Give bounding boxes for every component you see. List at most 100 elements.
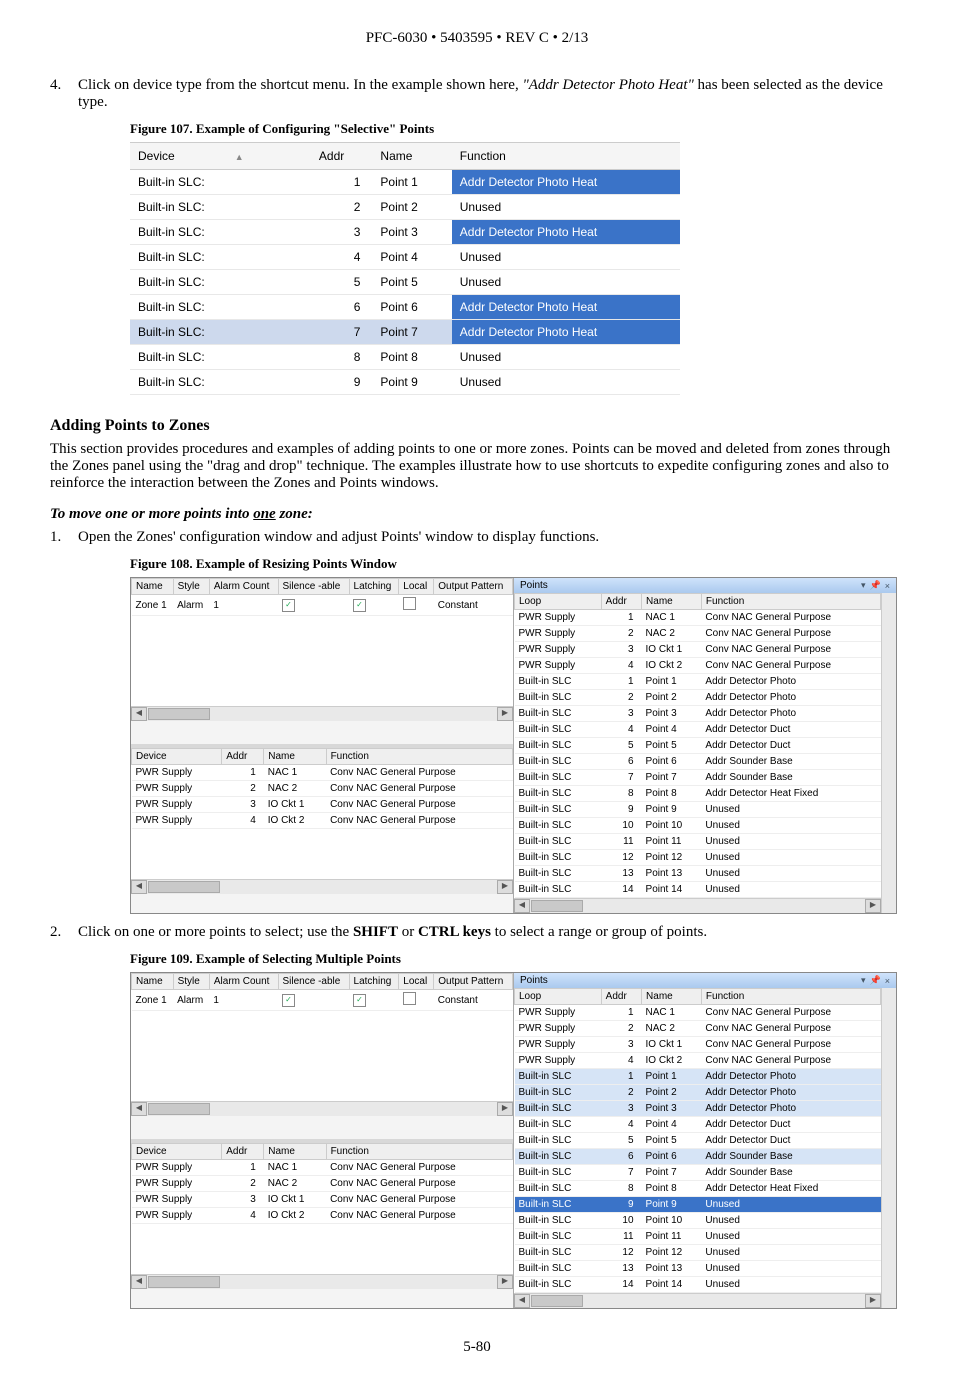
fig107-row[interactable]: Built-in SLC:1Point 1Addr Detector Photo… <box>130 170 680 195</box>
scroll-thumb[interactable] <box>148 1276 220 1288</box>
scroll-left-icon[interactable]: ◀ <box>131 1275 147 1289</box>
points-table[interactable]: LoopAddrNameFunctionPWR Supply1NAC 1Conv… <box>514 988 881 1293</box>
points-row[interactable]: Built-in SLC3Point 3Addr Detector Photo <box>515 1101 881 1117</box>
points-row[interactable]: Built-in SLC9Point 9Unused <box>515 802 881 818</box>
device-col[interactable]: Device <box>132 748 222 764</box>
points-row[interactable]: Built-in SLC5Point 5Addr Detector Duct <box>515 738 881 754</box>
points-row[interactable]: Built-in SLC1Point 1Addr Detector Photo <box>515 674 881 690</box>
zones-col[interactable]: Local <box>399 579 434 595</box>
scroll-right-icon[interactable]: ▶ <box>865 899 881 913</box>
device-row[interactable]: PWR Supply3IO Ckt 1Conv NAC General Purp… <box>132 796 513 812</box>
points-col[interactable]: Loop <box>515 989 602 1005</box>
fig107-row[interactable]: Built-in SLC:5Point 5Unused <box>130 270 680 295</box>
points-row[interactable]: Built-in SLC13Point 13Unused <box>515 866 881 882</box>
scroll-left-icon[interactable]: ◀ <box>514 1294 530 1308</box>
close-icon[interactable]: × <box>885 976 890 986</box>
points-row[interactable]: Built-in SLC4Point 4Addr Detector Duct <box>515 1117 881 1133</box>
device-table[interactable]: DeviceAddrNameFunctionPWR Supply1NAC 1Co… <box>131 1143 513 1224</box>
points-col[interactable]: Addr <box>601 989 641 1005</box>
points-col[interactable]: Function <box>701 989 880 1005</box>
points-row[interactable]: Built-in SLC12Point 12Unused <box>515 850 881 866</box>
points-row[interactable]: Built-in SLC14Point 14Unused <box>515 882 881 898</box>
fig107-row[interactable]: Built-in SLC:7Point 7Addr Detector Photo… <box>130 320 680 345</box>
zones-col[interactable]: Output Pattern <box>434 579 513 595</box>
points-row[interactable]: Built-in SLC8Point 8Addr Detector Heat F… <box>515 786 881 802</box>
points-col[interactable]: Addr <box>601 594 641 610</box>
device-col[interactable]: Addr <box>222 748 264 764</box>
zones-col[interactable]: Local <box>399 974 434 990</box>
points-row[interactable]: Built-in SLC3Point 3Addr Detector Photo <box>515 706 881 722</box>
scroll-right-icon[interactable]: ▶ <box>865 1294 881 1308</box>
points-row[interactable]: Built-in SLC1Point 1Addr Detector Photo <box>515 1069 881 1085</box>
zones-col[interactable]: Style <box>173 974 209 990</box>
scroll-right-icon[interactable]: ▶ <box>497 1275 513 1289</box>
points-row[interactable]: Built-in SLC9Point 9Unused <box>515 1197 881 1213</box>
fig107-row[interactable]: Built-in SLC:8Point 8Unused <box>130 345 680 370</box>
zones-col[interactable]: Style <box>173 579 209 595</box>
scrollbar-horizontal[interactable]: ◀▶ <box>131 1101 513 1116</box>
scroll-thumb[interactable] <box>148 1103 210 1115</box>
dropdown-icon[interactable]: ▾ <box>861 975 866 986</box>
scroll-thumb[interactable] <box>148 708 210 720</box>
fig107-col-device[interactable]: Device▲ <box>130 143 311 170</box>
points-col[interactable]: Function <box>701 594 880 610</box>
points-pane-title[interactable]: Points▾📌× <box>514 973 896 988</box>
scroll-thumb[interactable] <box>531 1295 583 1307</box>
checkbox[interactable]: ✓ <box>282 599 295 612</box>
device-table[interactable]: DeviceAddrNameFunctionPWR Supply1NAC 1Co… <box>131 748 513 829</box>
points-row[interactable]: PWR Supply4IO Ckt 2Conv NAC General Purp… <box>515 658 881 674</box>
fig107-row[interactable]: Built-in SLC:3Point 3Addr Detector Photo… <box>130 220 680 245</box>
checkbox[interactable] <box>403 597 416 610</box>
points-col[interactable]: Loop <box>515 594 602 610</box>
scrollbar-vertical[interactable] <box>881 988 896 1308</box>
fig107-row[interactable]: Built-in SLC:4Point 4Unused <box>130 245 680 270</box>
points-row[interactable]: Built-in SLC5Point 5Addr Detector Duct <box>515 1133 881 1149</box>
scroll-left-icon[interactable]: ◀ <box>131 1102 147 1116</box>
device-col[interactable]: Function <box>326 748 512 764</box>
zones-col[interactable]: Name <box>132 974 174 990</box>
points-table[interactable]: LoopAddrNameFunctionPWR Supply1NAC 1Conv… <box>514 593 881 898</box>
points-row[interactable]: Built-in SLC4Point 4Addr Detector Duct <box>515 722 881 738</box>
sort-asc-icon[interactable]: ▲ <box>235 152 244 162</box>
zones-col[interactable]: Latching <box>349 974 399 990</box>
pin-icon[interactable]: 📌 <box>870 975 881 986</box>
dropdown-icon[interactable]: ▾ <box>861 580 866 591</box>
points-pane-title[interactable]: Points▾📌× <box>514 578 896 593</box>
scrollbar-horizontal[interactable]: ◀▶ <box>131 879 513 894</box>
points-row[interactable]: Built-in SLC2Point 2Addr Detector Photo <box>515 1085 881 1101</box>
points-row[interactable]: Built-in SLC2Point 2Addr Detector Photo <box>515 690 881 706</box>
points-row[interactable]: Built-in SLC11Point 11Unused <box>515 834 881 850</box>
checkbox[interactable]: ✓ <box>353 599 366 612</box>
fig107-row[interactable]: Built-in SLC:6Point 6Addr Detector Photo… <box>130 295 680 320</box>
fig107-row[interactable]: Built-in SLC:2Point 2Unused <box>130 195 680 220</box>
scroll-right-icon[interactable]: ▶ <box>497 1102 513 1116</box>
device-col[interactable]: Name <box>264 748 326 764</box>
zones-col[interactable]: Silence -able <box>278 579 349 595</box>
device-row[interactable]: PWR Supply1NAC 1Conv NAC General Purpose <box>132 764 513 780</box>
fig107-col-addr[interactable]: Addr <box>311 143 373 170</box>
zones-table[interactable]: NameStyleAlarm CountSilence -ableLatchin… <box>131 973 513 1011</box>
points-col[interactable]: Name <box>642 594 702 610</box>
scroll-thumb[interactable] <box>531 900 583 912</box>
zones-col[interactable]: Output Pattern <box>434 974 513 990</box>
zones-table[interactable]: NameStyleAlarm CountSilence -ableLatchin… <box>131 578 513 616</box>
points-row[interactable]: PWR Supply1NAC 1Conv NAC General Purpose <box>515 610 881 626</box>
points-row[interactable]: PWR Supply2NAC 2Conv NAC General Purpose <box>515 626 881 642</box>
zones-col[interactable]: Name <box>132 579 174 595</box>
checkbox[interactable]: ✓ <box>282 994 295 1007</box>
points-row[interactable]: PWR Supply4IO Ckt 2Conv NAC General Purp… <box>515 1053 881 1069</box>
fig107-col-name[interactable]: Name <box>372 143 451 170</box>
fig107-row[interactable]: Built-in SLC:9Point 9Unused <box>130 370 680 395</box>
points-row[interactable]: Built-in SLC14Point 14Unused <box>515 1277 881 1293</box>
points-row[interactable]: Built-in SLC12Point 12Unused <box>515 1245 881 1261</box>
points-row[interactable]: Built-in SLC7Point 7Addr Sounder Base <box>515 770 881 786</box>
zones-col[interactable]: Latching <box>349 579 399 595</box>
points-row[interactable]: Built-in SLC8Point 8Addr Detector Heat F… <box>515 1181 881 1197</box>
device-row[interactable]: PWR Supply4IO Ckt 2Conv NAC General Purp… <box>132 1207 513 1223</box>
device-col[interactable]: Addr <box>222 1143 264 1159</box>
device-row[interactable]: PWR Supply4IO Ckt 2Conv NAC General Purp… <box>132 812 513 828</box>
points-row[interactable]: PWR Supply3IO Ckt 1Conv NAC General Purp… <box>515 1037 881 1053</box>
zone-row[interactable]: Zone 1Alarm1✓✓Constant <box>132 990 513 1011</box>
points-row[interactable]: Built-in SLC6Point 6Addr Sounder Base <box>515 754 881 770</box>
zone-row[interactable]: Zone 1Alarm1✓✓Constant <box>132 595 513 616</box>
